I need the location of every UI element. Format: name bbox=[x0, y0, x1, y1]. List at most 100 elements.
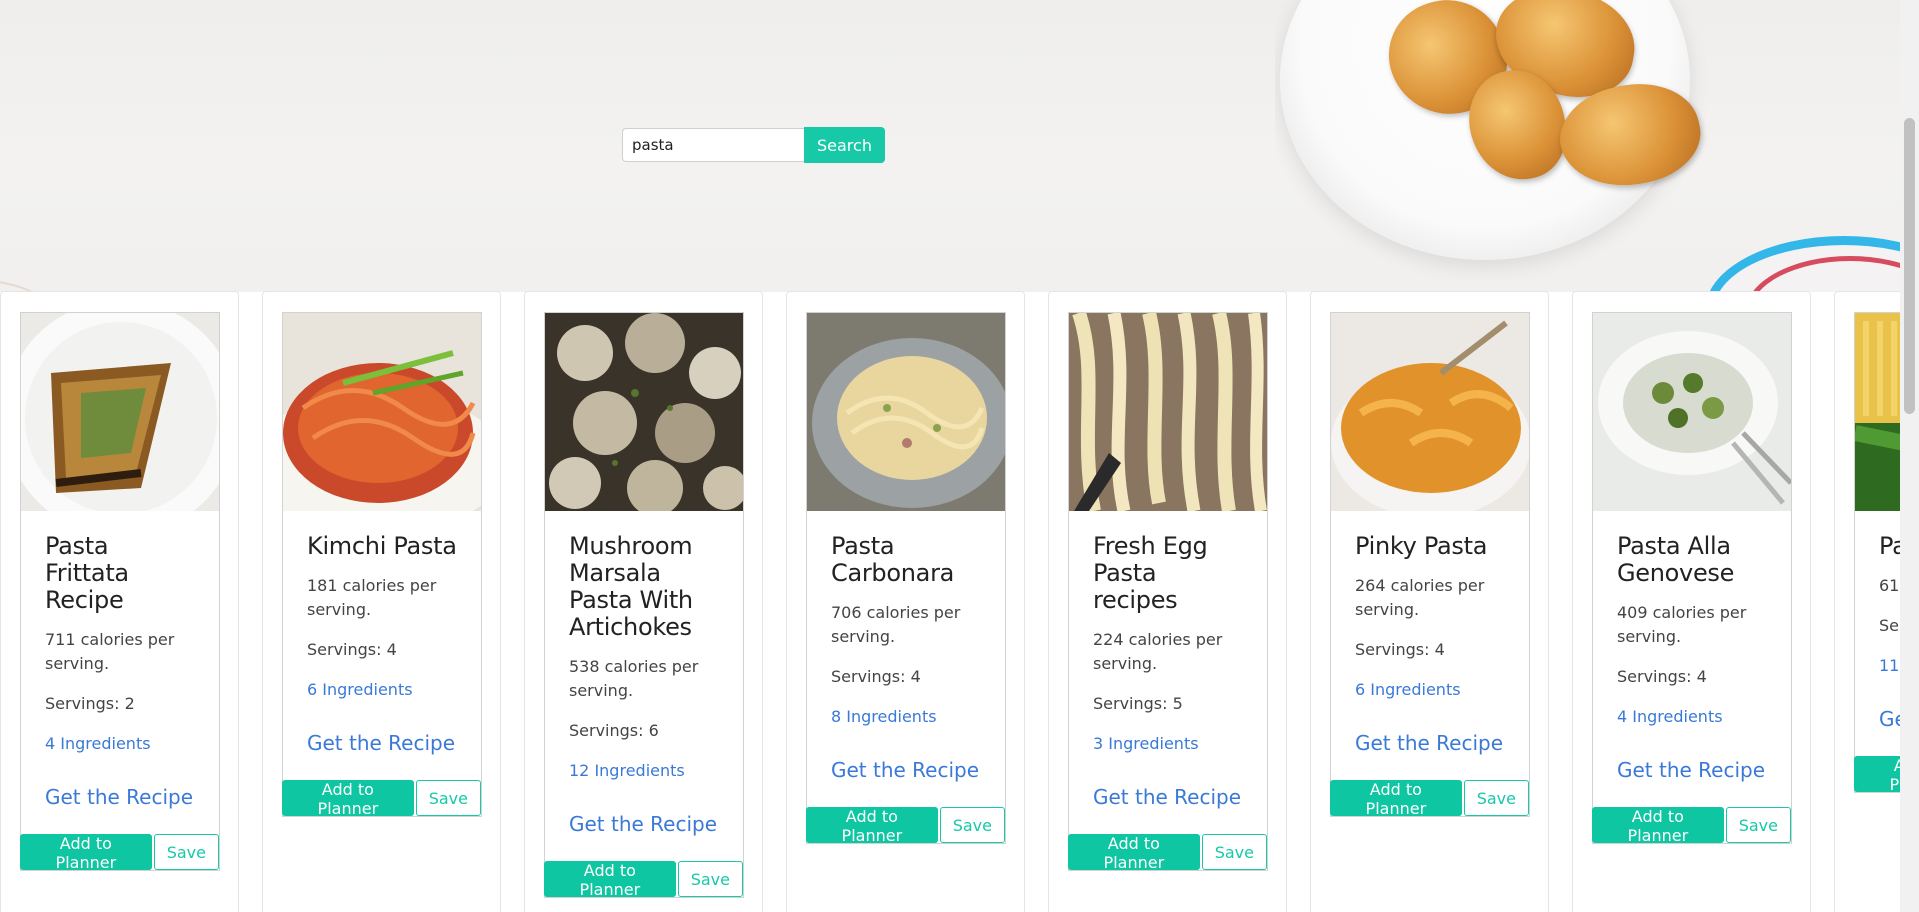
mushroom-marsala-photo bbox=[545, 313, 743, 511]
recipe-details: Pasta Carbonara 706 calories per serving… bbox=[807, 511, 1005, 809]
recipe-image[interactable] bbox=[1593, 313, 1791, 511]
recipe-image[interactable] bbox=[807, 313, 1005, 511]
get-recipe-link[interactable]: Get the Recipe bbox=[569, 811, 719, 837]
recipe-title: Kimchi Pasta bbox=[307, 532, 457, 560]
save-button[interactable]: Save bbox=[1463, 780, 1529, 816]
recipe-card-content: Pasta Frittata Recipe 711 calories per s… bbox=[20, 312, 220, 872]
recipe-card: Pasta Alla Genovese 409 calories per ser… bbox=[1572, 291, 1811, 912]
add-to-planner-button[interactable]: Add to Planner bbox=[1854, 756, 1900, 794]
recipe-card-content: Fresh Egg Pasta recipes 224 calories per… bbox=[1068, 312, 1268, 872]
recipe-servings: Servings: 4 bbox=[1355, 640, 1445, 659]
save-button[interactable]: Save bbox=[1201, 834, 1267, 870]
recipe-details: Fresh Egg Pasta recipes 224 calories per… bbox=[1069, 511, 1267, 836]
recipe-card: Pasta Frittata Recipe 711 calories per s… bbox=[0, 291, 239, 912]
recipe-servings: Servings: 6 bbox=[569, 721, 659, 740]
recipe-image[interactable] bbox=[1069, 313, 1267, 511]
recipe-calories: 617 ser bbox=[1879, 576, 1900, 595]
save-button[interactable]: Save bbox=[939, 807, 1005, 843]
add-to-planner-button[interactable]: Add to Planner bbox=[1592, 807, 1724, 845]
fresh-egg-pasta-photo bbox=[1069, 313, 1267, 511]
recipe-image[interactable] bbox=[1331, 313, 1529, 511]
recipe-card-content: Kimchi Pasta 181 calories per serving. S… bbox=[282, 312, 482, 818]
recipe-calories: 538 calories per serving. bbox=[569, 657, 699, 700]
card-actions: Add to Planner Save bbox=[1592, 807, 1791, 845]
recipe-image[interactable] bbox=[545, 313, 743, 511]
get-recipe-link[interactable]: Get the Recipe bbox=[831, 757, 981, 783]
add-to-planner-button[interactable]: Add to Planner bbox=[544, 861, 676, 899]
add-to-planner-button[interactable]: Add to Planner bbox=[1068, 834, 1200, 872]
ingredients-link[interactable]: 6 Ingredients bbox=[1355, 678, 1461, 702]
save-button[interactable]: Save bbox=[677, 861, 743, 897]
add-to-planner-button[interactable]: Add to Planner bbox=[20, 834, 152, 872]
get-recipe-link[interactable]: Get the Recipe bbox=[307, 730, 457, 756]
get-recipe-link[interactable]: Get the Recipe bbox=[1879, 706, 1900, 732]
recipe-title: Mushroom Marsala Pasta With Artichokes bbox=[569, 532, 693, 641]
recipe-title: Pa Co Ga bbox=[1879, 532, 1900, 560]
ingredients-link[interactable]: 3 Ingredients bbox=[1093, 732, 1199, 756]
card-actions: Add to Planner Save bbox=[1068, 834, 1267, 872]
search-button[interactable]: Search bbox=[804, 127, 885, 163]
recipe-details: Kimchi Pasta 181 calories per serving. S… bbox=[283, 511, 481, 782]
pasta-frittata-photo bbox=[21, 313, 219, 511]
recipe-image[interactable] bbox=[1855, 313, 1900, 511]
recipe-card-content: Pasta Carbonara 706 calories per serving… bbox=[806, 312, 1006, 845]
recipe-card: Fresh Egg Pasta recipes 224 calories per… bbox=[1048, 291, 1287, 912]
ingredients-link[interactable]: 11 bbox=[1879, 654, 1899, 678]
recipe-image[interactable] bbox=[21, 313, 219, 511]
save-button[interactable]: Save bbox=[1725, 807, 1791, 843]
recipe-card-content: Pinky Pasta 264 calories per serving. Se… bbox=[1330, 312, 1530, 818]
add-to-planner-button[interactable]: Add to Planner bbox=[1330, 780, 1462, 818]
kimchi-pasta-photo bbox=[283, 313, 481, 511]
get-recipe-link[interactable]: Get the Recipe bbox=[1093, 784, 1243, 810]
ingredients-link[interactable]: 4 Ingredients bbox=[1617, 705, 1723, 729]
recipe-title: Pinky Pasta bbox=[1355, 532, 1488, 560]
recipe-calories: 224 calories per serving. bbox=[1093, 630, 1223, 673]
recipe-servings: Servings: 4 bbox=[831, 667, 921, 686]
recipe-details: Pasta Frittata Recipe 711 calories per s… bbox=[21, 511, 219, 836]
recipe-servings: Servings: 5 bbox=[1093, 694, 1183, 713]
pinky-pasta-photo bbox=[1331, 313, 1529, 511]
recipe-calories: 409 calories per serving. bbox=[1617, 603, 1747, 646]
card-actions: Add to Planner Save bbox=[282, 780, 481, 818]
recipe-card-content: Mushroom Marsala Pasta With Artichokes 5… bbox=[544, 312, 744, 899]
add-to-planner-button[interactable]: Add to Planner bbox=[282, 780, 414, 818]
pasta-carbonara-photo bbox=[807, 313, 1005, 511]
recipe-calories: 711 calories per serving. bbox=[45, 630, 175, 673]
card-actions: Add to Planner Save bbox=[544, 861, 743, 899]
recipe-calories: 181 calories per serving. bbox=[307, 576, 437, 619]
recipe-details: Pinky Pasta 264 calories per serving. Se… bbox=[1331, 511, 1529, 782]
search-input[interactable] bbox=[622, 128, 804, 162]
recipe-card: Pasta Carbonara 706 calories per serving… bbox=[786, 291, 1025, 912]
recipe-results: Pasta Frittata Recipe 711 calories per s… bbox=[0, 291, 1900, 912]
corn-pasta-photo bbox=[1855, 313, 1900, 511]
get-recipe-link[interactable]: Get the Recipe bbox=[1355, 730, 1505, 756]
recipe-details: Mushroom Marsala Pasta With Artichokes 5… bbox=[545, 511, 743, 863]
get-recipe-link[interactable]: Get the Recipe bbox=[45, 784, 195, 810]
recipe-title: Fresh Egg Pasta recipes bbox=[1093, 532, 1208, 614]
recipe-image[interactable] bbox=[283, 313, 481, 511]
recipe-calories: 706 calories per serving. bbox=[831, 603, 961, 646]
search-form: Search bbox=[622, 127, 885, 163]
scrollbar-thumb[interactable] bbox=[1904, 118, 1915, 414]
recipe-title: Pasta Alla Genovese bbox=[1617, 532, 1735, 587]
add-to-planner-button[interactable]: Add to Planner bbox=[806, 807, 938, 845]
recipe-card: Pinky Pasta 264 calories per serving. Se… bbox=[1310, 291, 1549, 912]
recipe-card: Pa Co Ga 617 ser Ser 11 Get the Recipe A… bbox=[1834, 291, 1900, 912]
recipe-card: Kimchi Pasta 181 calories per serving. S… bbox=[262, 291, 501, 912]
recipe-card: Mushroom Marsala Pasta With Artichokes 5… bbox=[524, 291, 763, 912]
get-recipe-link[interactable]: Get the Recipe bbox=[1617, 757, 1767, 783]
ingredients-link[interactable]: 12 Ingredients bbox=[569, 759, 685, 783]
save-button[interactable]: Save bbox=[153, 834, 219, 870]
save-button[interactable]: Save bbox=[415, 780, 481, 816]
recipe-servings: Servings: 4 bbox=[1617, 667, 1707, 686]
recipe-card-content: Pasta Alla Genovese 409 calories per ser… bbox=[1592, 312, 1792, 845]
recipe-card-content: Pa Co Ga 617 ser Ser 11 Get the Recipe A… bbox=[1854, 312, 1900, 794]
recipe-calories: 264 calories per serving. bbox=[1355, 576, 1485, 619]
hero-banner: Search bbox=[0, 0, 1900, 292]
card-actions: Add to Planner Save bbox=[806, 807, 1005, 845]
ingredients-link[interactable]: 8 Ingredients bbox=[831, 705, 937, 729]
pasta-alla-genovese-photo bbox=[1593, 313, 1791, 511]
recipe-details: Pasta Alla Genovese 409 calories per ser… bbox=[1593, 511, 1791, 809]
ingredients-link[interactable]: 4 Ingredients bbox=[45, 732, 151, 756]
ingredients-link[interactable]: 6 Ingredients bbox=[307, 678, 413, 702]
